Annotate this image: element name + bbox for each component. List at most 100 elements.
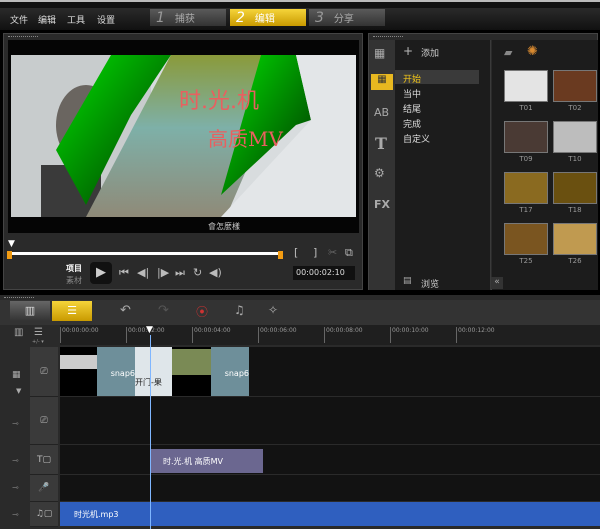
browse-icon[interactable]: ▤ — [403, 276, 412, 286]
media-icon[interactable]: ▦ — [374, 46, 385, 60]
category-end[interactable]: 结尾 — [403, 102, 421, 115]
preview-image: 时.光.机 高质MV — [11, 55, 356, 217]
folder-icon[interactable]: ▰ — [504, 46, 512, 59]
chapter-icon[interactable]: ☰ — [34, 327, 43, 338]
lock-icon[interactable]: ⊸ — [12, 510, 19, 519]
track-manager-icon[interactable]: ▥ — [14, 327, 23, 338]
lock-icon[interactable]: ⊸ — [12, 456, 19, 465]
ruler-tick: 00:00:06:00 — [258, 327, 297, 343]
menu-edit[interactable]: 编辑 — [38, 13, 56, 26]
ruler-tick: 00:00:10:00 — [390, 327, 429, 343]
trim-end-handle[interactable] — [278, 251, 283, 259]
thumbnail-T18[interactable] — [553, 172, 597, 204]
title-icon[interactable]: T — [375, 134, 387, 153]
enlarge-icon[interactable]: ⧉ — [345, 246, 353, 260]
overlay-track-icon[interactable]: ⎚ — [30, 397, 58, 445]
record-capture-icon[interactable]: ⦿ — [196, 303, 208, 320]
repeat-icon[interactable]: ↻ — [193, 266, 202, 279]
playhead-handle[interactable]: ▼ — [146, 325, 153, 335]
step-number: 3 — [315, 10, 324, 26]
audio-mixer-icon[interactable]: ♫ — [234, 303, 245, 317]
end-icon[interactable]: ⏭ — [175, 266, 185, 280]
graphic-icon[interactable]: ⚙ — [374, 166, 385, 180]
mode-clip[interactable]: 素材 — [66, 275, 82, 286]
clip-thumbnail — [172, 349, 211, 375]
scrubber-handle[interactable]: ▼ — [8, 239, 15, 249]
video-clip[interactable] — [172, 347, 211, 396]
menu-file[interactable]: 文件 — [10, 13, 28, 26]
browse-button[interactable]: 浏览 — [421, 277, 439, 290]
transition-icon[interactable]: AB — [374, 106, 389, 119]
music-clip[interactable]: 时光机.mp3 — [60, 502, 600, 526]
mark-out-button[interactable]: ] — [313, 246, 317, 259]
panel-grip[interactable] — [373, 36, 403, 38]
storyboard-view-button[interactable]: ▥ — [10, 301, 50, 321]
add-icon[interactable]: + — [403, 44, 413, 58]
voice-track-icon[interactable]: 🎤 — [30, 475, 58, 502]
tab-edit[interactable]: 2 编辑 — [230, 9, 306, 26]
tab-share[interactable]: 3 分享 — [309, 9, 385, 26]
tab-label: 编辑 — [254, 14, 275, 25]
mark-in-button[interactable]: [ — [294, 246, 298, 259]
tab-capture[interactable]: 1 捕获 — [150, 9, 226, 26]
filter-icon[interactable]: FX — [374, 198, 390, 211]
thumbnail-label: T25 — [519, 257, 533, 265]
home-icon[interactable]: ⏮ — [119, 266, 129, 280]
ripple-edit-icon[interactable]: ▦ — [12, 370, 21, 380]
add-button[interactable]: 添加 — [421, 46, 439, 59]
thumbnail-T25[interactable] — [504, 223, 548, 255]
thumbnail-T09[interactable] — [504, 121, 548, 153]
playhead-line[interactable] — [150, 335, 151, 529]
thumbnail-T02[interactable] — [553, 70, 597, 102]
instant-project-icon[interactable]: ▦ — [371, 74, 393, 90]
video-track-icon[interactable]: ⎚ — [30, 347, 58, 397]
tab-label: 捕获 — [174, 14, 195, 25]
timecode-field[interactable]: 00:00:02:10 — [293, 266, 355, 280]
video-clip-snap6[interactable]: snap6 — [211, 347, 249, 396]
category-start[interactable]: 开始 — [403, 72, 421, 85]
volume-icon[interactable]: ◀) — [209, 266, 222, 279]
panel-grip[interactable] — [8, 36, 38, 38]
thumbnail-T01[interactable] — [504, 70, 548, 102]
scrubber-track[interactable] — [9, 252, 281, 255]
filter-options-icon[interactable]: ✺ — [527, 44, 538, 59]
music-track-icon[interactable]: ♫▢ — [30, 502, 58, 527]
lock-icon[interactable]: ⊸ — [12, 419, 19, 428]
transition-clip[interactable]: 开门-果 — [135, 347, 172, 396]
collapse-library-button[interactable]: « — [491, 277, 503, 289]
timeline-view-button[interactable]: ☰ — [52, 301, 92, 321]
thumbnail-label: T10 — [568, 155, 582, 163]
timeline-ruler[interactable]: 00:00:00:00 00:00:02:00 00:00:04:00 00:0… — [60, 325, 600, 345]
trim-start-handle[interactable] — [7, 251, 12, 259]
redo-icon[interactable]: ↷ — [158, 303, 169, 318]
thumbnail-T26[interactable] — [553, 223, 597, 255]
ruler-tick: 00:00:08:00 — [324, 327, 363, 343]
category-custom[interactable]: 自定义 — [403, 132, 430, 145]
next-frame-icon[interactable]: |▶ — [157, 266, 169, 279]
menu-bar: 文件 编辑 工具 设置 1 捕获 2 编辑 3 分享 — [0, 8, 600, 30]
title-track: 时.光.机 高质MV — [60, 445, 600, 475]
library-panel: ▦ ▦ AB T ⚙ FX + 添加 开始 当中 结尾 完成 自定义 ▤ 浏览 … — [368, 33, 598, 290]
auto-music-icon[interactable]: ✧ — [268, 303, 278, 317]
video-clip-snap6[interactable]: snap6 — [97, 347, 135, 396]
video-clip[interactable] — [60, 347, 97, 396]
category-middle[interactable]: 当中 — [403, 87, 421, 100]
zoom-control[interactable]: +/- ▾ — [32, 339, 44, 345]
title-clip[interactable]: 时.光.机 高质MV — [150, 449, 263, 473]
previous-frame-icon[interactable]: ◀| — [137, 266, 149, 279]
thumbnail-T17[interactable] — [504, 172, 548, 204]
play-button[interactable]: ▶ — [90, 262, 112, 284]
thumbnail-grid: ▰ ✺ T01 T02 T09 T10 T17 T18 T25 T26 — [492, 40, 598, 290]
lock-icon[interactable]: ⊸ — [12, 483, 19, 492]
tab-label: 分享 — [333, 14, 354, 25]
thumbnail-T10[interactable] — [553, 121, 597, 153]
category-complete[interactable]: 完成 — [403, 117, 421, 130]
menu-settings[interactable]: 设置 — [97, 13, 115, 26]
undo-icon[interactable]: ↶ — [120, 303, 131, 318]
ripple-dropdown-icon[interactable]: ▼ — [16, 387, 21, 395]
scissors-icon[interactable]: ✂ — [328, 246, 337, 259]
panel-grip[interactable] — [4, 297, 34, 299]
title-track-icon[interactable]: T▢ — [30, 445, 58, 475]
mode-project[interactable]: 项目 — [66, 263, 82, 274]
menu-tools[interactable]: 工具 — [67, 13, 85, 26]
